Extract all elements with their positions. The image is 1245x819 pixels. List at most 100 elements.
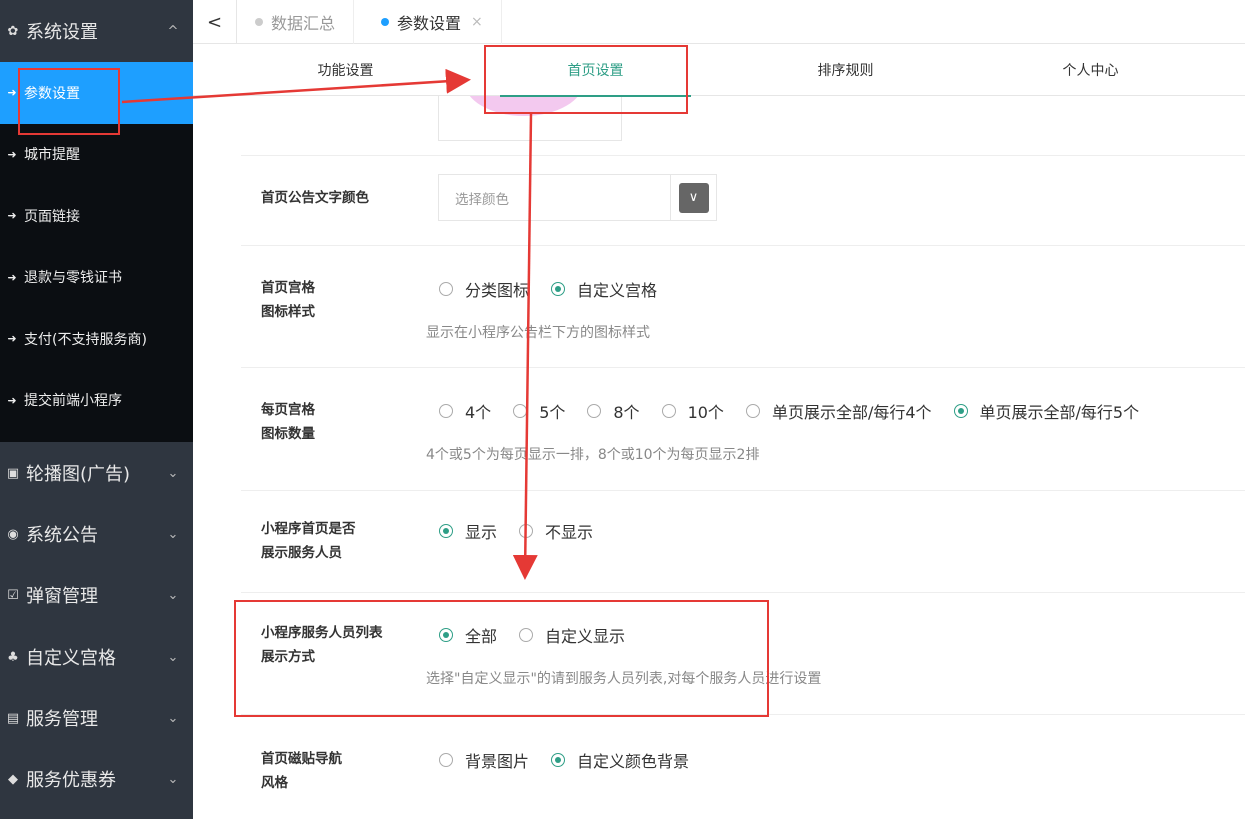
- label-line: 小程序服务人员列表: [261, 625, 383, 641]
- radio-8[interactable]: 8个: [587, 399, 640, 423]
- grid-count-row: 每页宫格 图标数量 4个 5个 8个 10个 单页展示全部/每行4个 单页展示全…: [241, 368, 1245, 491]
- sidebar-item-label: 退款与零钱证书: [24, 270, 122, 287]
- tab-label: 数据汇总: [271, 14, 336, 33]
- radio-circle: [439, 404, 453, 418]
- sign-in-icon: ➜: [7, 147, 17, 161]
- radio-circle: [439, 628, 453, 642]
- radio-custom-grid[interactable]: 自定义宫格: [551, 277, 657, 301]
- radio-5[interactable]: 5个: [513, 399, 565, 423]
- tab-label: 参数设置: [397, 14, 462, 33]
- color-picker-button[interactable]: ∨: [670, 175, 716, 220]
- sidebar-item-label: 参数设置: [24, 85, 80, 102]
- label-line: 图标数量: [261, 426, 315, 442]
- subtab-homepage[interactable]: 首页设置: [488, 44, 703, 97]
- radio-label: 单页展示全部/每行5个: [979, 403, 1140, 422]
- close-icon[interactable]: ×: [471, 14, 483, 30]
- staff-list-label: 小程序服务人员列表 展示方式: [261, 621, 383, 669]
- subtab-sort-rules[interactable]: 排序规则: [738, 44, 953, 96]
- label-line: 首页磁贴导航: [261, 751, 342, 767]
- sidebar-group-banner[interactable]: ▣ 轮播图(广告) ⌄: [0, 442, 193, 504]
- sidebar-item-label: 提交前端小程序: [24, 393, 122, 410]
- chevron-down-icon: ⌄: [167, 649, 179, 665]
- sidebar-group-service-mgmt[interactable]: ▤ 服务管理 ⌄: [0, 687, 193, 749]
- preview-row: [241, 96, 1245, 156]
- radio-circle: [551, 753, 566, 767]
- sidebar-group-popup[interactable]: ☑ 弹窗管理 ⌄: [0, 564, 193, 626]
- grid-count-hint: 4个或5个为每页显示一排，8个或10个为每页显示2排: [426, 447, 760, 463]
- settings-tabs: 功能设置 首页设置 排序规则 个人中心: [193, 44, 1245, 97]
- tab-dashboard[interactable]: 数据汇总: [237, 0, 355, 44]
- sidebar-item-label: 支付(不支持服务商): [24, 331, 147, 348]
- sidebar-item-params[interactable]: ➜ 参数设置: [0, 62, 193, 124]
- radio-label: 全部: [465, 627, 498, 646]
- label-line: 每页宫格: [261, 402, 315, 418]
- sidebar-submenu: ➜ 参数设置 ➜ 城市提醒 ➜ 页面链接 ➜ 退款与零钱证书 ➜ 支付(不支持服…: [0, 62, 193, 442]
- radio-label: 5个: [539, 403, 566, 422]
- subtab-function[interactable]: 功能设置: [238, 44, 453, 96]
- sign-in-icon: ➜: [7, 393, 17, 407]
- radio-circle: [519, 628, 534, 642]
- sidebar-group-custom-grid[interactable]: ♣ 自定义宫格 ⌄: [0, 626, 193, 688]
- sidebar-item-payment[interactable]: ➜ 支付(不支持服务商): [0, 308, 193, 370]
- radio-circle: [513, 404, 528, 418]
- sign-in-icon: ➜: [7, 332, 17, 346]
- radio-all-4-per-row[interactable]: 单页展示全部/每行4个: [745, 399, 932, 423]
- sidebar-group-label: 弹窗管理: [26, 586, 98, 607]
- grid-style-label: 首页宫格 图标样式: [261, 276, 315, 324]
- color-picker[interactable]: 选择颜色 ∨: [438, 174, 717, 221]
- sidebar-group-label: 自定义宫格: [26, 648, 116, 669]
- subtab-profile[interactable]: 个人中心: [983, 44, 1198, 96]
- show-staff-row: 小程序首页是否 展示服务人员 显示 不显示: [241, 491, 1245, 593]
- label-line: 首页宫格: [261, 280, 315, 296]
- preview-image: [464, 96, 584, 116]
- server-icon: ▤: [6, 710, 20, 726]
- radio-label: 自定义宫格: [577, 281, 658, 300]
- grid-count-options: 4个 5个 8个 10个 单页展示全部/每行4个 单页展示全部/每行5个: [439, 399, 1161, 423]
- settings-content: 首页公告文字颜色 选择颜色 ∨ 首页宫格 图标样式 分类图标 自定义宫格 显示在…: [241, 96, 1245, 819]
- radio-bg-image[interactable]: 背景图片: [439, 748, 529, 772]
- show-staff-options: 显示 不显示: [439, 519, 615, 543]
- sidebar-item-city-reminder[interactable]: ➜ 城市提醒: [0, 124, 193, 186]
- label-line: 展示方式: [261, 649, 315, 665]
- radio-label: 自定义颜色背景: [577, 752, 690, 771]
- sidebar-item-refund-cert[interactable]: ➜ 退款与零钱证书: [0, 247, 193, 309]
- notice-color-label: 首页公告文字颜色: [261, 190, 369, 206]
- grid-style-options: 分类图标 自定义宫格: [439, 277, 679, 301]
- radio-label: 10个: [687, 403, 724, 422]
- chevron-down-icon: ⌄: [167, 771, 179, 787]
- radio-label: 背景图片: [465, 752, 530, 771]
- sidebar-group-label: 系统公告: [26, 525, 98, 546]
- staff-list-hint: 选择"自定义显示"的请到服务人员列表,对每个服务人员进行设置: [426, 671, 822, 687]
- radio-hide[interactable]: 不显示: [519, 519, 593, 543]
- radio-label: 显示: [465, 523, 498, 542]
- radio-all[interactable]: 全部: [439, 623, 497, 647]
- color-input[interactable]: 选择颜色: [439, 188, 670, 208]
- radio-all-5-per-row[interactable]: 单页展示全部/每行5个: [953, 399, 1140, 423]
- radio-circle: [587, 404, 602, 418]
- sidebar-group-announcement[interactable]: ◉ 系统公告 ⌄: [0, 503, 193, 565]
- sidebar-item-page-links[interactable]: ➜ 页面链接: [0, 185, 193, 247]
- checkbox-icon: ☑: [7, 587, 19, 603]
- tab-params[interactable]: 参数设置 ×: [363, 0, 502, 44]
- radio-circle: [953, 404, 968, 418]
- chevron-down-icon: ⌄: [167, 526, 179, 542]
- sidebar-group-coupons[interactable]: ◆ 服务优惠券 ⌄: [0, 748, 193, 810]
- radio-label: 8个: [613, 403, 640, 422]
- sidebar: ✿ 系统设置 ^ ➜ 参数设置 ➜ 城市提醒 ➜ 页面链接 ➜ 退款与零钱证书 …: [0, 0, 193, 819]
- active-underline: [500, 95, 691, 97]
- radio-label: 不显示: [545, 523, 594, 542]
- radio-label: 自定义显示: [545, 627, 626, 646]
- radio-custom-display[interactable]: 自定义显示: [519, 623, 625, 647]
- radio-4[interactable]: 4个: [439, 399, 491, 423]
- radio-show[interactable]: 显示: [439, 519, 497, 543]
- radio-10[interactable]: 10个: [661, 399, 724, 423]
- radio-category-icon[interactable]: 分类图标: [439, 277, 529, 301]
- sidebar-item-submit-miniprogram[interactable]: ➜ 提交前端小程序: [0, 370, 193, 432]
- sidebar-group-system-settings[interactable]: ✿ 系统设置 ^: [0, 0, 193, 62]
- back-button[interactable]: <: [193, 0, 237, 44]
- radio-label: 分类图标: [465, 281, 530, 300]
- sidebar-group-label: 服务管理: [26, 709, 98, 730]
- sign-in-icon: ➜: [7, 86, 17, 100]
- tab-dot: [255, 18, 263, 26]
- radio-custom-color-bg[interactable]: 自定义颜色背景: [551, 748, 689, 772]
